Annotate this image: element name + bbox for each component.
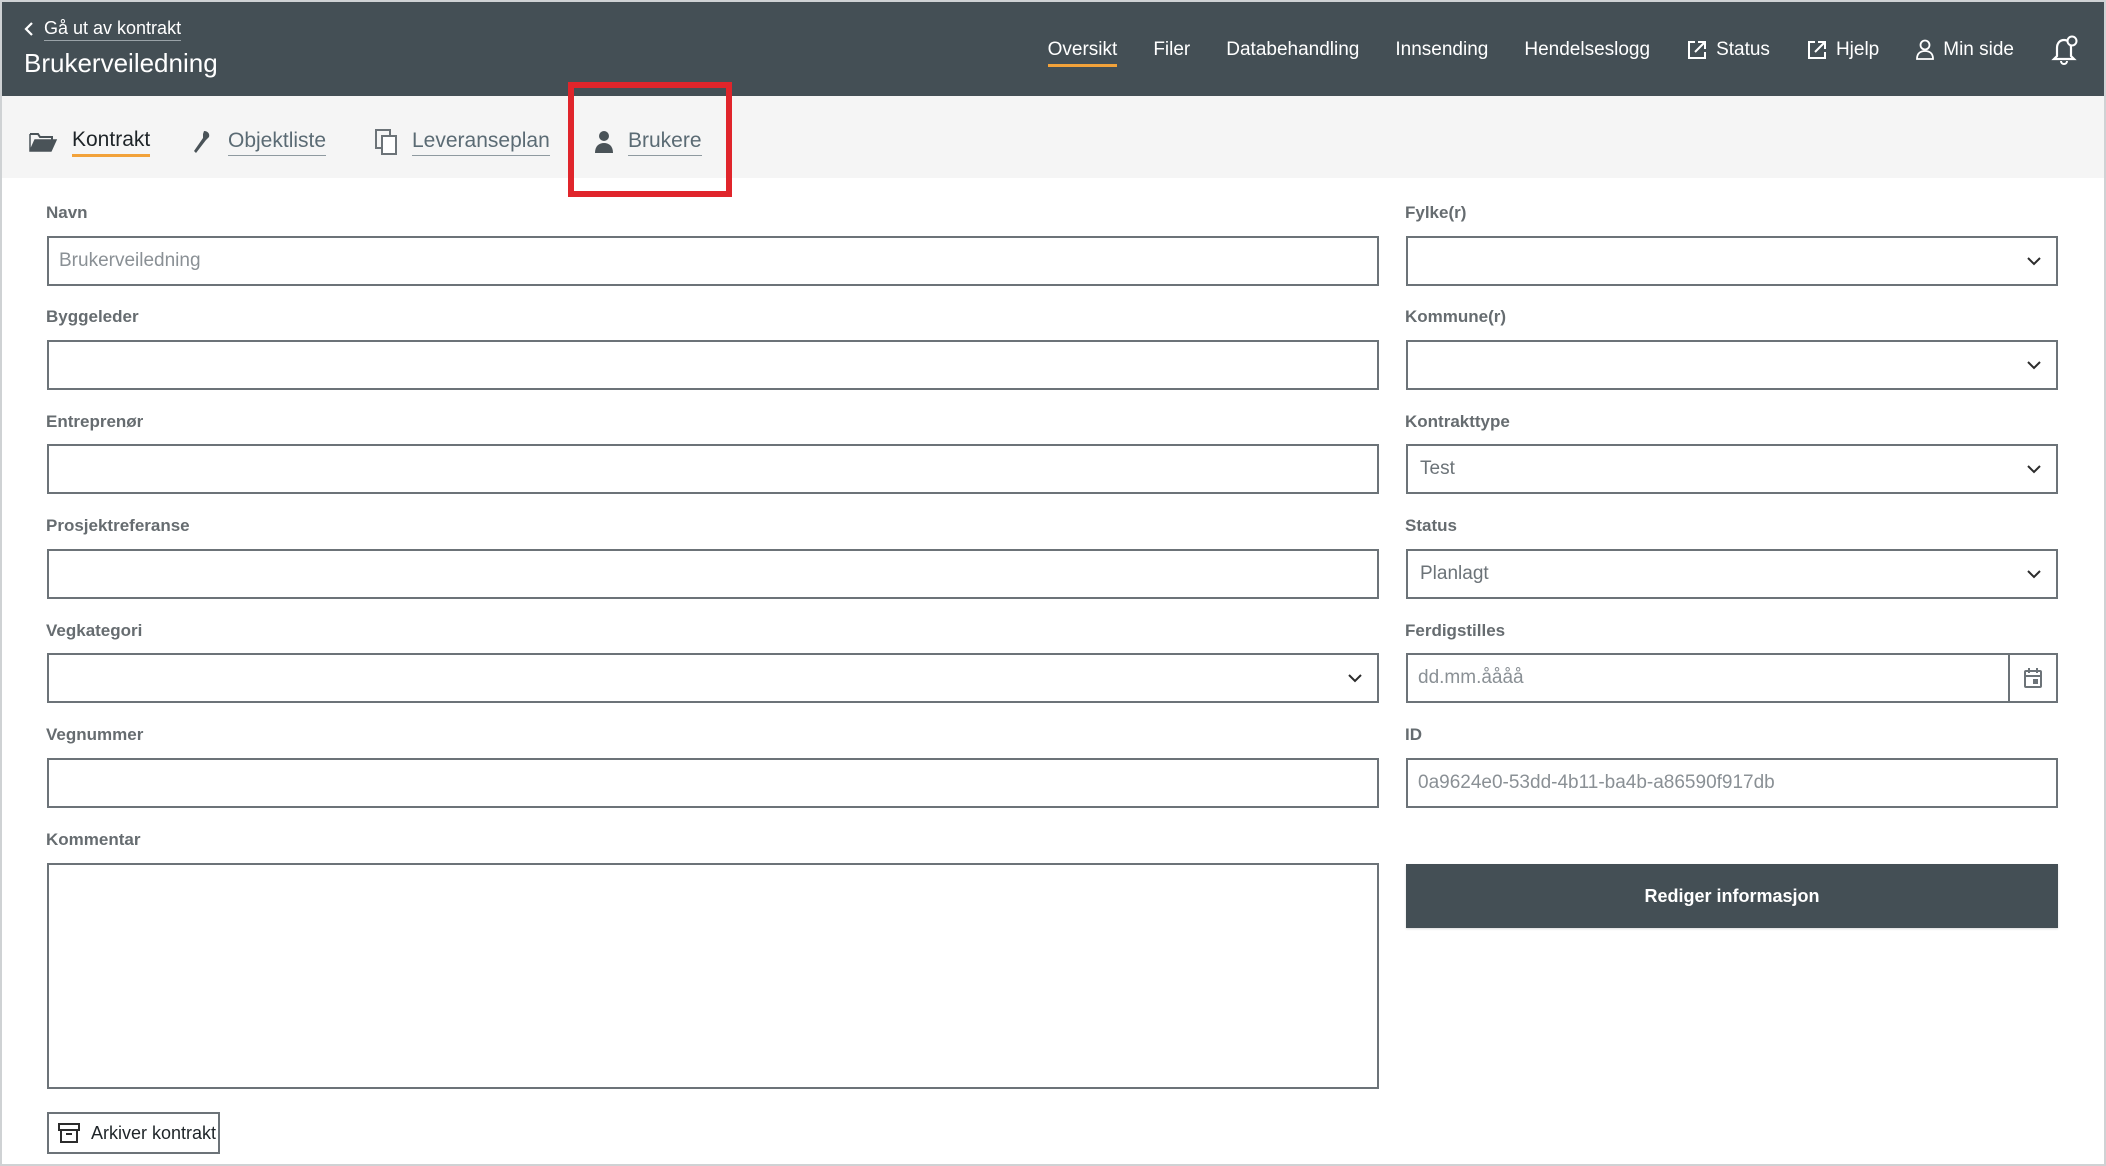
calendar-button[interactable] [2008,655,2056,701]
navn-label: Navn [46,203,88,222]
nav-innsending-label: Innsending [1395,39,1489,60]
prosjektreferanse-label: Prosjektreferanse [46,516,190,535]
nav-status[interactable]: Status [1686,32,1770,68]
bell-icon [2051,35,2078,66]
chevron-left-icon [24,22,33,36]
nav-filer[interactable]: Filer [1153,32,1190,68]
ferdigstilles-input[interactable] [1408,655,2008,701]
user-icon [1916,39,1935,60]
nav-hjelp[interactable]: Hjelp [1806,32,1879,68]
byggeleder-input[interactable] [47,340,1379,390]
chevron-down-icon [2027,465,2041,474]
tab-objektliste[interactable]: Objektliste [192,124,327,160]
entreprenor-label: Entreprenør [46,412,144,431]
vegnummer-label: Vegnummer [46,725,144,744]
edit-information-button[interactable]: Rediger informasjon [1406,864,2058,928]
copy-icon [375,129,397,155]
nav-status-label: Status [1716,39,1770,60]
tab-kontrakt[interactable]: Kontrakt [28,124,151,160]
highlight-box [568,82,732,197]
tab-bar: Kontrakt Objektliste Leveranseplan Bruke… [2,96,2104,178]
prosjektreferanse-input[interactable] [47,549,1379,599]
chevron-down-icon [2027,257,2041,266]
nav-min-side-label: Min side [1943,39,2014,60]
kommentar-label: Kommentar [46,830,141,849]
external-link-icon [1807,41,1826,59]
kontrakttype-select[interactable]: Test [1406,444,2058,494]
nav-innsending[interactable]: Innsending [1395,32,1488,68]
nav-hendelseslogg-label: Hendelseslogg [1524,39,1651,60]
chevron-down-icon [1348,674,1362,683]
fylker-select[interactable] [1406,236,2058,286]
nav-min-side[interactable]: Min side [1915,32,2014,68]
nav-databehandling-label: Databehandling [1226,39,1360,60]
kommuner-select[interactable] [1406,340,2058,390]
vegnummer-input[interactable] [47,758,1379,808]
nav-oversikt-label: Oversikt [1047,39,1118,67]
external-link-icon [1688,41,1707,59]
wrench-icon [194,131,210,153]
fylker-label: Fylke(r) [1405,203,1467,222]
status-label: Status [1405,516,1457,535]
archive-icon [58,1123,80,1143]
tab-leveranseplan-label: Leveranseplan [412,129,550,156]
chevron-down-icon [2027,361,2041,370]
notifications-button[interactable] [2050,34,2080,66]
tab-leveranseplan[interactable]: Leveranseplan [374,124,550,160]
kommuner-label: Kommune(r) [1405,307,1507,326]
tab-objektliste-label: Objektliste [228,129,327,156]
archive-contract-label: Arkiver kontrakt [91,1122,217,1143]
top-header: Gå ut av kontrakt Brukerveiledning Overs… [2,2,2104,96]
tab-kontrakt-label: Kontrakt [72,128,151,157]
status-value: Planlagt [1420,563,1489,584]
calendar-icon [2024,668,2042,688]
back-link-label: Gå ut av kontrakt [44,18,182,41]
status-select[interactable]: Planlagt [1406,549,2058,599]
ferdigstilles-label: Ferdigstilles [1405,621,1506,640]
page-title: Brukerveiledning [24,48,218,78]
id-input[interactable] [1406,758,2058,808]
nav-hjelp-label: Hjelp [1835,39,1880,60]
navn-input[interactable] [47,236,1379,286]
kontrakttype-label: Kontrakttype [1405,412,1510,431]
archive-contract-button[interactable]: Arkiver kontrakt [47,1112,220,1154]
vegkategori-select[interactable] [47,653,1379,703]
chevron-down-icon [2027,570,2041,579]
nav-oversikt[interactable]: Oversikt [1047,32,1118,68]
nav-hendelseslogg[interactable]: Hendelseslogg [1524,32,1650,68]
byggeleder-label: Byggeleder [46,307,139,326]
vegkategori-label: Vegkategori [46,621,143,640]
back-link[interactable]: Gå ut av kontrakt [24,16,182,42]
nav-filer-label: Filer [1153,39,1191,60]
top-nav: Oversikt Filer Databehandling Innsending… [1012,32,2080,68]
id-label: ID [1405,725,1422,744]
kommentar-textarea[interactable] [47,863,1379,1089]
ferdigstilles-date-field [1406,653,2058,703]
nav-databehandling[interactable]: Databehandling [1226,32,1359,68]
entreprenor-input[interactable] [47,444,1379,494]
kontrakttype-value: Test [1420,458,1455,479]
folder-open-icon [29,133,58,152]
